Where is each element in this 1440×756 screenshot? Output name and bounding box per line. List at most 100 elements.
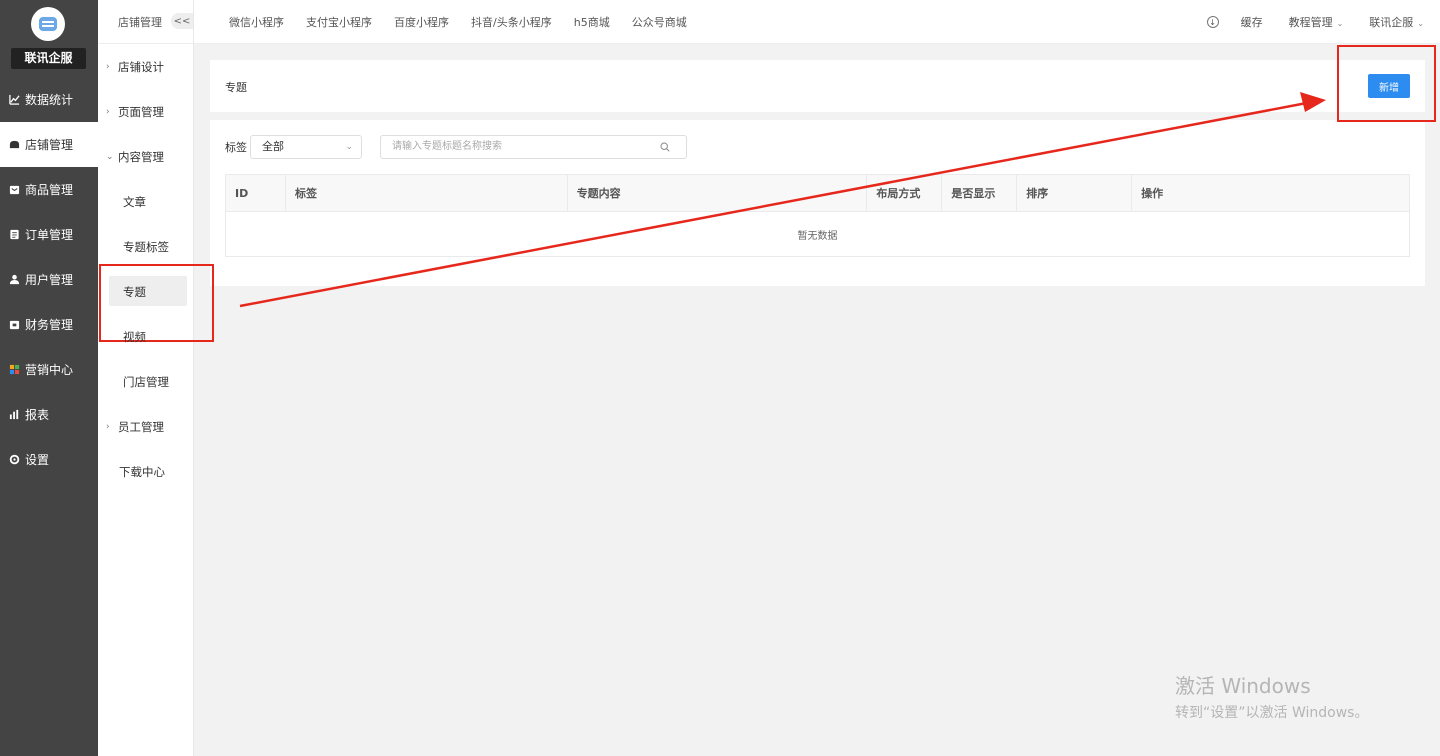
table-column-header: 排序: [1016, 174, 1133, 212]
sub-sidebar: 店铺管理 << › 店铺设计 › 页面管理 ⌄ 内容管理文章专题标签专题视频门店管理 › 员工…: [98, 0, 194, 756]
main-nav: 数据统计店铺管理商品管理订单管理用户管理财务管理营销中心报表设置: [0, 77, 98, 482]
main-nav-label: 商品管理: [25, 183, 74, 197]
main-nav-item[interactable]: 订单管理: [0, 212, 98, 257]
main-nav-label: 设置: [25, 453, 50, 467]
top-tools: ↓ 缓存 教程管理 ⌄ 联讯企服 ⌄: [1206, 0, 1424, 44]
sub-nav-label: 店铺设计: [118, 59, 164, 74]
box-icon: [9, 184, 20, 195]
table-column-header: 专题内容: [566, 174, 868, 212]
sub-sidebar-title: 店铺管理: [118, 15, 162, 29]
platform-tabs: 微信小程序 支付宝小程序 百度小程序 抖音/头条小程序 h5商城 公众号商城: [229, 14, 709, 30]
chevron-down-icon: ⌄: [1336, 19, 1344, 28]
chevron-right-icon: ›: [106, 106, 110, 117]
wallet-icon: [9, 319, 20, 330]
search-icon[interactable]: [660, 142, 670, 152]
sub-nav-item[interactable]: 文章: [98, 179, 193, 224]
table-column-header: ID: [225, 174, 286, 212]
cache-button[interactable]: 缓存: [1241, 14, 1263, 30]
table-column-header: 是否显示: [941, 174, 1018, 212]
chart-line-icon: [9, 94, 20, 105]
logo-icon[interactable]: [31, 7, 65, 41]
sub-nav-item[interactable]: › 店铺设计: [98, 44, 193, 89]
sub-nav-item[interactable]: › 页面管理: [98, 89, 193, 134]
annotation-box-add: [1337, 45, 1436, 122]
sub-nav-label: 专题标签: [123, 239, 169, 254]
chevron-down-icon: ⌄: [345, 142, 353, 152]
account-menu[interactable]: 联讯企服 ⌄: [1369, 14, 1424, 30]
platform-tab[interactable]: 抖音/头条小程序: [471, 14, 552, 30]
main-nav-label: 营销中心: [25, 363, 74, 377]
bar-chart-icon: [9, 409, 20, 420]
main-nav-label: 用户管理: [25, 273, 74, 287]
main-nav-item[interactable]: 设置: [0, 437, 98, 482]
table-column-header: 操作: [1131, 174, 1410, 212]
sub-nav-label: 内容管理: [118, 149, 164, 164]
watermark-title: 激活 Windows: [1175, 674, 1311, 698]
platform-tab[interactable]: h5商城: [574, 14, 610, 30]
chevron-right-icon: ›: [106, 421, 110, 432]
sub-nav-label: 专题: [123, 284, 146, 299]
platform-tab[interactable]: 公众号商城: [632, 14, 687, 30]
account-label: 联讯企服: [1369, 16, 1414, 29]
brand-name: 联讯企服: [11, 48, 86, 69]
main-nav-item[interactable]: 营销中心: [0, 347, 98, 392]
sub-nav-label: 页面管理: [118, 104, 164, 119]
platform-tab[interactable]: 支付宝小程序: [306, 14, 372, 30]
sub-nav-item[interactable]: › 员工管理: [98, 404, 193, 449]
main-nav-item[interactable]: 店铺管理: [0, 122, 98, 167]
tag-select-value: 全部: [262, 140, 284, 153]
main-nav-label: 财务管理: [25, 318, 74, 332]
main-nav-item[interactable]: 数据统计: [0, 77, 98, 122]
main-nav-label: 数据统计: [25, 93, 74, 107]
sub-nav-label: 门店管理: [123, 374, 169, 389]
empty-state: 暂无数据: [225, 211, 1410, 257]
chevron-down-icon: ⌄: [106, 151, 114, 162]
table-column-header: 标签: [284, 174, 568, 212]
main-nav-label: 订单管理: [25, 228, 74, 242]
top-bar: 微信小程序 支付宝小程序 百度小程序 抖音/头条小程序 h5商城 公众号商城 ↓ 缓存 教…: [194, 0, 1440, 44]
page-header-card: 专题 新增: [210, 60, 1425, 112]
main-nav-label: 报表: [25, 408, 50, 422]
tag-filter-label: 标签: [225, 141, 247, 154]
annotation-arrow: [239, 92, 1326, 308]
table-header-row: ID 标签 专题内容 布局方式 是否显示 排序 操作: [225, 174, 1410, 212]
topics-table: ID 标签 专题内容 布局方式 是否显示 排序 操作 暂无数据: [225, 174, 1410, 257]
gear-icon: [9, 454, 20, 465]
tutorial-menu[interactable]: 教程管理 ⌄: [1289, 14, 1344, 30]
chevron-down-icon: ⌄: [1417, 19, 1424, 28]
sub-nav-label: 下载中心: [119, 464, 165, 479]
puzzle-icon: [9, 364, 20, 375]
main-nav-item[interactable]: 报表: [0, 392, 98, 437]
main-nav-item[interactable]: 用户管理: [0, 257, 98, 302]
sub-nav-item[interactable]: 门店管理: [98, 359, 193, 404]
sub-nav-item[interactable]: 下载中心: [98, 449, 193, 494]
user-icon: [9, 274, 20, 285]
main-nav-label: 店铺管理: [25, 138, 74, 152]
sub-sidebar-header: 店铺管理 <<: [98, 0, 193, 44]
sub-nav-label: 员工管理: [118, 419, 164, 434]
content-card: 标签 全部 ⌄ 请输入专题标题名称搜索 ID 标签 专题内容 布局方式 是否显示 排序 操作…: [210, 120, 1425, 286]
watermark-subtitle: 转到“设置”以激活 Windows。: [1175, 705, 1369, 721]
windows-activation-watermark: 激活 Windows 转到“设置”以激活 Windows。: [1175, 670, 1368, 722]
sub-nav-item[interactable]: ⌄ 内容管理: [98, 134, 193, 179]
platform-tab[interactable]: 微信小程序: [229, 14, 284, 30]
search-input[interactable]: 请输入专题标题名称搜索: [380, 135, 687, 159]
download-icon[interactable]: ↓: [1206, 16, 1219, 28]
annotation-box-topic: [99, 264, 214, 342]
tag-select[interactable]: 全部 ⌄: [250, 135, 362, 159]
main-nav-item[interactable]: 财务管理: [0, 302, 98, 347]
search-placeholder: 请输入专题标题名称搜索: [392, 141, 502, 152]
tutorial-label: 教程管理: [1288, 16, 1333, 29]
clipboard-icon: [9, 229, 20, 240]
sub-nav-item[interactable]: 专题标签: [98, 224, 193, 269]
page-title: 专题: [225, 81, 247, 94]
platform-tab[interactable]: 百度小程序: [394, 14, 449, 30]
store-icon: [9, 139, 20, 150]
sub-nav-label: 视频: [123, 329, 146, 344]
table-column-header: 布局方式: [866, 174, 943, 212]
main-nav-item[interactable]: 商品管理: [0, 167, 98, 212]
table-row: 暂无数据: [225, 211, 1410, 257]
chevron-right-icon: ›: [106, 61, 110, 72]
collapse-button[interactable]: <<: [171, 13, 193, 29]
sub-nav-label: 文章: [123, 194, 146, 209]
